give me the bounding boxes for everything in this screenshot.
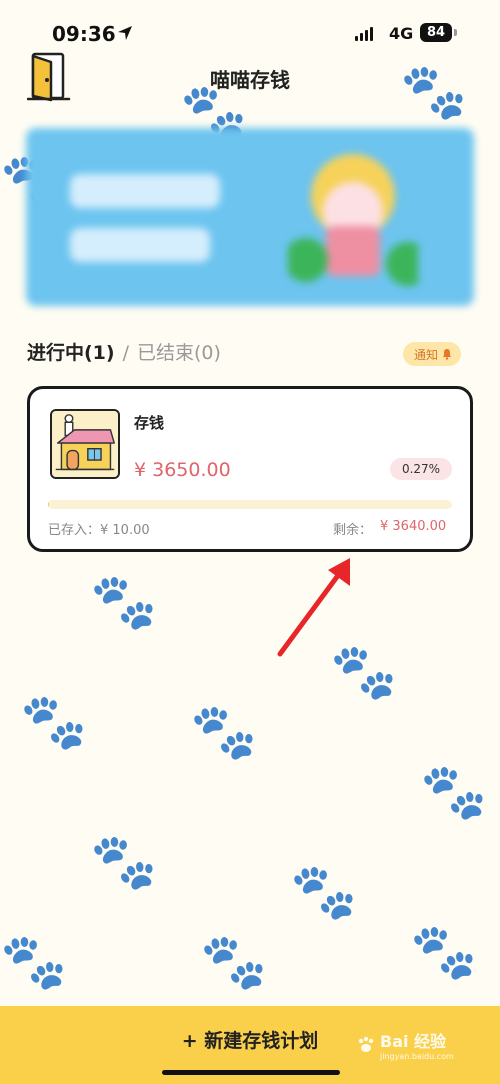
progress-percent-badge: 0.27% bbox=[390, 458, 452, 480]
remaining-amount: ¥ 3640.00 bbox=[380, 519, 447, 534]
house-icon bbox=[50, 409, 120, 479]
progress-bar bbox=[48, 500, 452, 509]
baidu-watermark: Bai 经验 jingyan.baidu.com bbox=[356, 1028, 454, 1061]
battery-level: 84 bbox=[426, 25, 446, 40]
network-type: 4G bbox=[389, 24, 414, 43]
home-indicator[interactable] bbox=[162, 1070, 340, 1075]
notify-button[interactable]: 通知 bbox=[403, 342, 462, 366]
page-title: 喵喵存钱 bbox=[210, 68, 290, 92]
tab-in-progress[interactable]: 进行中(1) bbox=[27, 338, 115, 365]
tab-separator: / bbox=[122, 342, 129, 364]
plan-name: 存钱 bbox=[134, 414, 165, 432]
watermark-text: Bai 经验 bbox=[380, 1032, 447, 1051]
cellular-signal-icon bbox=[355, 26, 373, 41]
annotation-arrow-icon bbox=[277, 558, 350, 657]
plan-target-amount: ¥ 3650.00 bbox=[134, 459, 231, 481]
tab-finished[interactable]: 已结束(0) bbox=[137, 338, 221, 365]
paw-icon bbox=[358, 1036, 374, 1052]
banner-illustration bbox=[288, 154, 418, 286]
app-header: 喵喵存钱 bbox=[0, 46, 500, 108]
plan-tabs: 进行中(1) / 已结束(0) bbox=[27, 338, 221, 365]
location-arrow-icon bbox=[118, 26, 132, 40]
promo-banner[interactable] bbox=[26, 128, 474, 306]
bell-icon bbox=[442, 349, 452, 360]
battery-icon: 84 bbox=[420, 23, 452, 42]
watermark-url: jingyan.baidu.com bbox=[380, 1052, 454, 1061]
remaining-label: 剩余： bbox=[333, 523, 373, 538]
progress-bar-fill bbox=[48, 500, 50, 509]
new-plan-label: + 新建存钱计划 bbox=[181, 1029, 319, 1052]
notify-label: 通知 bbox=[414, 347, 439, 362]
saving-plan-card[interactable]: 存钱 ¥ 3650.00 0.27% 已存入：¥ 10.00 剩余： ¥ 364… bbox=[27, 386, 473, 552]
saved-amount: 已存入：¥ 10.00 bbox=[48, 523, 150, 538]
status-time: 09:36 bbox=[52, 22, 116, 46]
battery-tip bbox=[454, 29, 457, 36]
